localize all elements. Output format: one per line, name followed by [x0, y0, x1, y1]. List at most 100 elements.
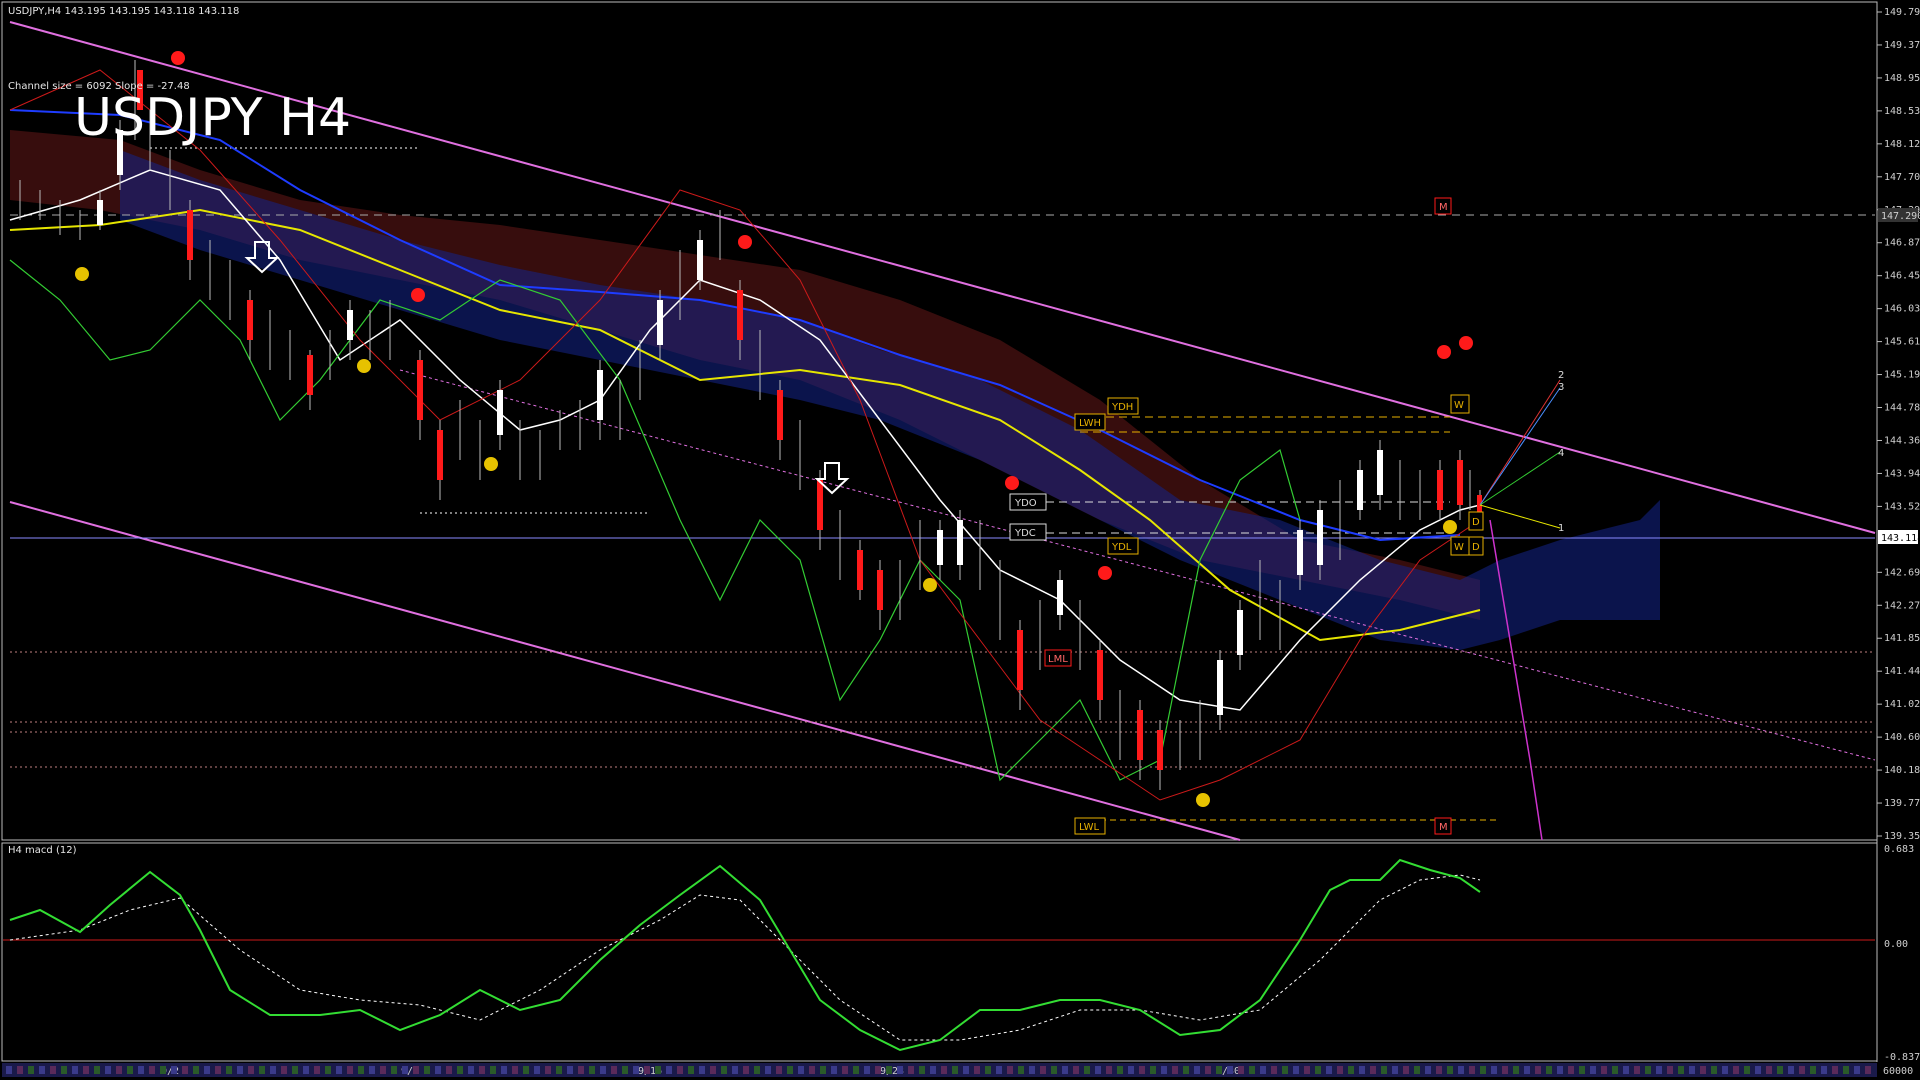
time-axis-cell [875, 1066, 881, 1074]
time-axis-cell [1436, 1066, 1442, 1074]
time-axis-cell [116, 1066, 122, 1074]
time-axis-cell [1370, 1066, 1376, 1074]
time-axis-cell [666, 1066, 672, 1074]
time-axis-cell [765, 1066, 771, 1074]
time-axis-cell [1249, 1066, 1255, 1074]
time-axis-cell [1623, 1066, 1629, 1074]
macd-tick-label: -0.837 [1884, 1052, 1920, 1063]
price-tick-label: 145.610 [1884, 337, 1920, 348]
time-axis-cell [490, 1066, 496, 1074]
time-axis-cell [1579, 1066, 1585, 1074]
time-axis-cell [1810, 1066, 1816, 1074]
time-axis-cell [1040, 1066, 1046, 1074]
price-tick-label: 144.780 [1884, 403, 1920, 414]
macd-axis: 0.683 0.00 -0.837 [1884, 844, 1920, 1063]
time-axis-cell [1447, 1066, 1453, 1074]
tag-ydl: YDL [1111, 542, 1132, 553]
time-axis-cell [688, 1066, 694, 1074]
time-axis-cell [347, 1066, 353, 1074]
time-axis-cell [1744, 1066, 1750, 1074]
tag-ydc: YDC [1014, 528, 1036, 539]
time-axis-cell [908, 1066, 914, 1074]
macd-panel-frame [1, 842, 1878, 1062]
time-axis-cell [523, 1066, 529, 1074]
time-axis-cell [105, 1066, 111, 1074]
time-axis-cell [336, 1066, 342, 1074]
time-axis-cell [215, 1066, 221, 1074]
time-axis-cell [1029, 1066, 1035, 1074]
time-axis-cell [1711, 1066, 1717, 1074]
time-axis-cell [622, 1066, 628, 1074]
price-tick-label: 142.690 [1884, 567, 1920, 578]
price-tick-label: 140.600 [1884, 732, 1920, 743]
time-axis-cell [1557, 1066, 1563, 1074]
ohlc-header: USDJPY,H4 143.195 143.195 143.118 143.11… [8, 6, 239, 17]
time-axis-cell [831, 1066, 837, 1074]
time-axis-cell [1502, 1066, 1508, 1074]
time-axis-cell [1832, 1066, 1838, 1074]
macd-title: H4 macd (12) [8, 845, 77, 856]
time-axis-cell [446, 1066, 452, 1074]
price-tick-label: 140.180 [1884, 765, 1920, 776]
time-axis-cell [633, 1066, 639, 1074]
tag-ydo: YDO [1014, 498, 1037, 509]
tag-w-bottom: W [1454, 542, 1464, 553]
time-axis-cell [996, 1066, 1002, 1074]
time-axis-cell [776, 1066, 782, 1074]
time-axis-cell [1634, 1066, 1640, 1074]
tag-d-top: D [1472, 517, 1480, 528]
time-axis-cell [479, 1066, 485, 1074]
time-axis-cell [1425, 1066, 1431, 1074]
time-axis-cell [1293, 1066, 1299, 1074]
price-tick-label: 146.870 [1884, 238, 1920, 249]
time-axis-cell [589, 1066, 595, 1074]
time-axis-cell [1612, 1066, 1618, 1074]
time-axis-cell [369, 1066, 375, 1074]
time-axis-cell [1392, 1066, 1398, 1074]
time-axis-cell [149, 1066, 155, 1074]
time-axis-cell [1018, 1066, 1024, 1074]
time-axis-cell [1788, 1066, 1794, 1074]
price-tick-label: 143.940 [1884, 468, 1920, 479]
time-axis-cell [1722, 1066, 1728, 1074]
time-axis-cell [61, 1066, 67, 1074]
time-axis-cell [424, 1066, 430, 1074]
time-axis-cell [1304, 1066, 1310, 1074]
time-axis-cell [1645, 1066, 1651, 1074]
time-axis-cell [1183, 1066, 1189, 1074]
time-axis-cell [1282, 1066, 1288, 1074]
price-tick-label: 146.030 [1884, 304, 1920, 315]
time-axis-cell [50, 1066, 56, 1074]
time-axis-cell [193, 1066, 199, 1074]
time-axis-cell [567, 1066, 573, 1074]
time-axis-cell [72, 1066, 78, 1074]
time-axis-cell [1513, 1066, 1519, 1074]
current-price-label: 143.118 [1881, 533, 1920, 544]
time-axis-cell [1062, 1066, 1068, 1074]
time-axis-cell [171, 1066, 177, 1074]
time-axis-cell [160, 1066, 166, 1074]
time-axis-cell [270, 1066, 276, 1074]
time-axis-cell [1326, 1066, 1332, 1074]
time-axis-cell [1161, 1066, 1167, 1074]
fractal-markers [75, 51, 1473, 807]
time-axis-cell [237, 1066, 243, 1074]
time-axis-cell [754, 1066, 760, 1074]
time-axis-cell [798, 1066, 804, 1074]
time-axis-cell [1546, 1066, 1552, 1074]
time-axis-cell [1128, 1066, 1134, 1074]
time-axis-cell [1843, 1066, 1849, 1074]
price-tick-label: 143.520 [1884, 501, 1920, 512]
projection-4 [1479, 451, 1561, 506]
price-tick-label: 145.190 [1884, 370, 1920, 381]
tag-d-bottom: D [1472, 542, 1480, 553]
time-axis-cell [732, 1066, 738, 1074]
time-axis-cell [1227, 1066, 1233, 1074]
time-axis-cell [1007, 1066, 1013, 1074]
time-axis-cell [83, 1066, 89, 1074]
time-axis-cell [1755, 1066, 1761, 1074]
time-axis-cell [1733, 1066, 1739, 1074]
time-axis-cell [325, 1066, 331, 1074]
time-axis-cell [1865, 1066, 1871, 1074]
time-axis-cell [138, 1066, 144, 1074]
